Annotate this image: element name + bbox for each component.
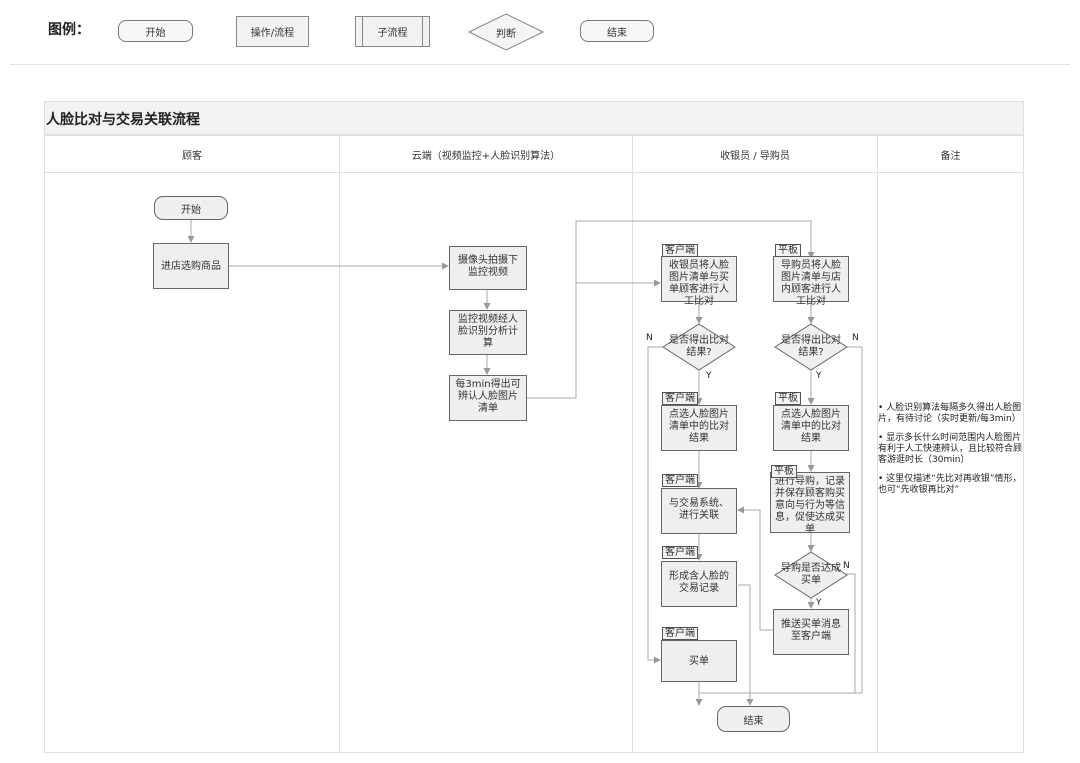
analyze-process: 监控视频经人 脸识别分析计 算 bbox=[449, 310, 527, 355]
note-item: • 显示多长什么时间范围内人脸图片有利于人工快速辨认，且比较符合顾客游逛时长（3… bbox=[878, 433, 1023, 465]
guide-compare-process: 导购员将人脸 图片清单与店 内顾客进行人 工比对 bbox=[773, 256, 849, 307]
note-item: • 人脸识别算法每隔多久得出人脸图片，有待讨论（实时更新/每3min） bbox=[878, 403, 1022, 424]
cashier-compare-process: 收银员将人脸 图片清单与买 单顾客进行人 工比对 bbox=[661, 256, 737, 307]
select-result-guide: 点选人脸图片 清单中的比对 结果 bbox=[773, 405, 849, 451]
end-node: 结束 bbox=[717, 706, 790, 732]
yes-label: Y bbox=[816, 371, 822, 381]
tablet-tag: 平板 bbox=[775, 392, 801, 405]
client-tag: 客户端 bbox=[662, 392, 698, 405]
checkout-process: 买单 bbox=[661, 640, 737, 682]
browse-process: 进店选购商品 bbox=[153, 243, 229, 289]
decision-cashier-label: 是否得出比对 结果? bbox=[669, 335, 729, 358]
no-label: N bbox=[852, 333, 859, 343]
no-label: N bbox=[646, 333, 653, 343]
select-result-cashier: 点选人脸图片 清单中的比对 结果 bbox=[661, 405, 737, 451]
tablet-tag: 平板 bbox=[775, 244, 801, 257]
client-tag: 客户端 bbox=[662, 474, 698, 487]
no-label: N bbox=[843, 561, 850, 571]
tablet-tag: 平板 bbox=[771, 465, 797, 478]
note-item: • 这里仅描述“先比对再收银”情形，也可“先收银再比对” bbox=[878, 474, 1022, 495]
client-tag: 客户端 bbox=[662, 546, 698, 559]
form-record-process: 形成含人脸的 交易记录 bbox=[661, 561, 737, 607]
guide-record-process: 进行导购，记录 并保存顾客购买 意向与行为等信 息，促使达成买 单 bbox=[770, 472, 850, 535]
link-trade-process: 与交易系统、 进行关联 bbox=[661, 488, 737, 534]
start-node: 开始 bbox=[154, 196, 228, 220]
push-message-process: 推送买单消息 至客户端 bbox=[773, 609, 849, 655]
every3min-process: 每3min得出可 辨认人脸图片 清单 bbox=[449, 375, 527, 421]
yes-label: Y bbox=[816, 598, 822, 608]
decision-guide-label: 是否得出比对 结果? bbox=[781, 335, 841, 358]
camera-process: 摄像头拍摄下 监控视频 bbox=[449, 246, 527, 290]
client-tag: 客户端 bbox=[662, 627, 698, 640]
notes-block: • 人脸识别算法每隔多久得出人脸图片，有待讨论（实时更新/每3min） • 显示… bbox=[878, 403, 1022, 504]
client-tag: 客户端 bbox=[662, 244, 698, 257]
decision-buy-label: 导购是否达成 买单 bbox=[781, 563, 841, 586]
flow-connectors bbox=[187, 220, 863, 706]
yes-label: Y bbox=[706, 371, 712, 381]
